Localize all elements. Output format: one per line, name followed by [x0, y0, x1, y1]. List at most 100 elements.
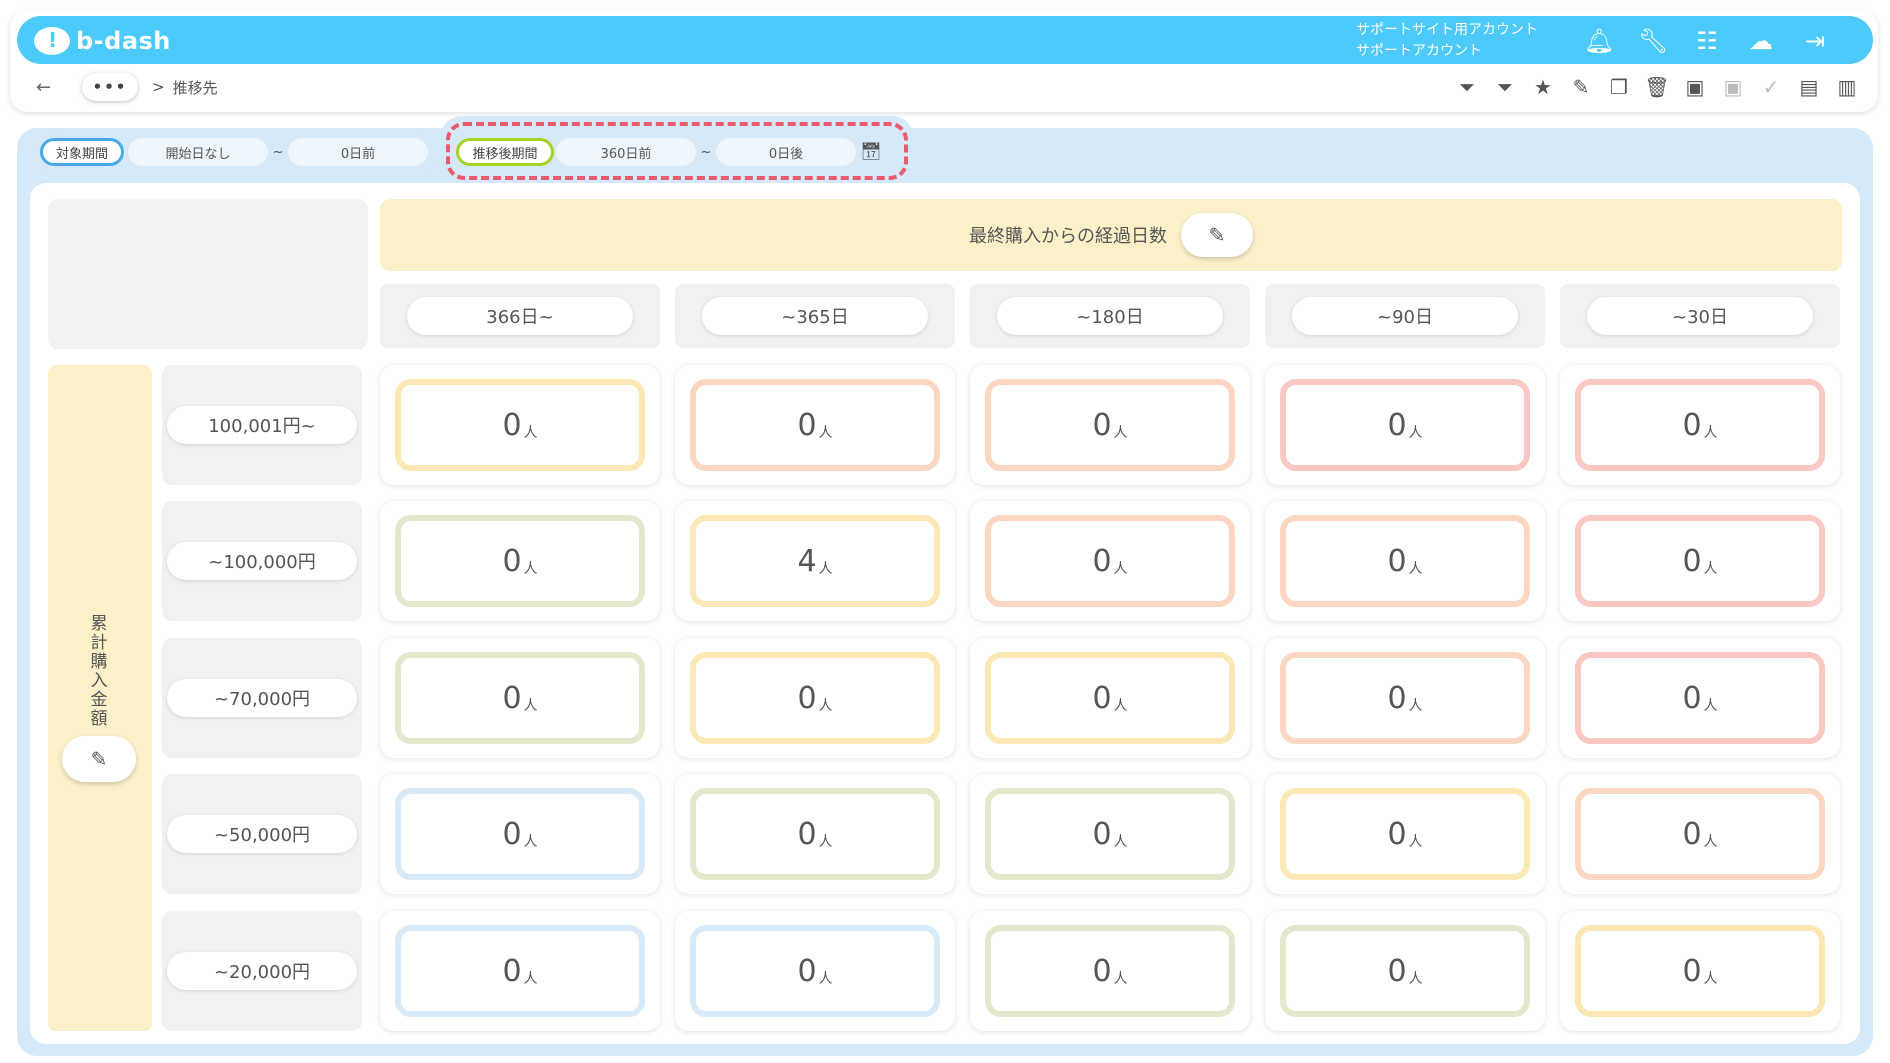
app-logo[interactable]: b-dash	[34, 27, 171, 55]
breadcrumb-ellipsis-button[interactable]: •••	[82, 73, 138, 101]
matrix-cell-box: 0人	[690, 379, 940, 471]
edit-row-axis-button[interactable]: ✎	[62, 736, 136, 782]
matrix-cell-count: 0	[797, 407, 817, 443]
matrix-cell-count: 0	[502, 680, 522, 716]
matrix-cell-unit: 人	[523, 425, 538, 441]
matrix-cell[interactable]: 0人	[380, 774, 660, 894]
row-header-label[interactable]: ~70,000円	[167, 679, 357, 717]
logout-icon[interactable]: ⇥	[1788, 24, 1842, 58]
copy-icon[interactable]: ❐	[1600, 72, 1638, 102]
matrix-cell-unit: 人	[1703, 425, 1718, 441]
account-line2: サポートアカウント	[1356, 43, 1482, 59]
matrix-cell-count: 0	[1092, 953, 1112, 989]
matrix-cell-box: 0人	[985, 925, 1235, 1017]
matrix-cell-box: 0人	[1280, 515, 1530, 607]
matrix-cell[interactable]: 0人	[1265, 638, 1545, 758]
column-header-label[interactable]: 366日~	[407, 297, 633, 335]
account-info[interactable]: サポートサイト用アカウント サポートアカウント	[1356, 20, 1538, 62]
column-header-cell: ~365日	[675, 284, 955, 348]
matrix-cell[interactable]: 0人	[380, 638, 660, 758]
archive-icon[interactable]: ▣	[1676, 72, 1714, 102]
matrix-cell[interactable]: 0人	[380, 365, 660, 485]
matrix-cell-box: 0人	[1575, 925, 1825, 1017]
matrix-cell[interactable]: 0人	[1560, 774, 1840, 894]
matrix-cell-unit: 人	[1703, 971, 1718, 987]
matrix-cell[interactable]: 0人	[380, 911, 660, 1031]
matrix-cell-box: 0人	[985, 788, 1235, 880]
chat-bot-icon[interactable]: ☁	[1734, 24, 1788, 58]
matrix-cell-count: 0	[1682, 816, 1702, 852]
matrix-cell[interactable]: 0人	[970, 911, 1250, 1031]
star-icon[interactable]: ★	[1524, 72, 1562, 102]
matrix-cell[interactable]: 0人	[1560, 365, 1840, 485]
matrix-cell-count: 0	[1387, 407, 1407, 443]
matrix-cell[interactable]: 0人	[1265, 911, 1545, 1031]
row-header-label[interactable]: ~50,000円	[167, 815, 357, 853]
matrix-cell[interactable]: 0人	[970, 774, 1250, 894]
matrix-cell-count: 0	[1092, 816, 1112, 852]
target-period-start[interactable]: 開始日なし	[128, 138, 268, 166]
matrix-cell-unit: 人	[1703, 561, 1718, 577]
matrix-cell[interactable]: 0人	[1560, 911, 1840, 1031]
matrix-cell[interactable]: 0人	[1265, 774, 1545, 894]
matrix-cell-box: 4人	[690, 515, 940, 607]
clipboard-icon[interactable]: ▥	[1828, 72, 1866, 102]
trash-icon[interactable]: 🗑	[1638, 72, 1676, 102]
header-icons: 🔔︎ 🔧︎ ☷ ☁ ⇥	[1572, 24, 1842, 58]
back-arrow-icon[interactable]: ←	[36, 77, 60, 98]
column-header-label[interactable]: ~180日	[997, 297, 1223, 335]
matrix-cell[interactable]: 0人	[970, 638, 1250, 758]
matrix-cell[interactable]: 0人	[970, 365, 1250, 485]
matrix-cell-unit: 人	[818, 971, 833, 987]
matrix-cell-box: 0人	[690, 788, 940, 880]
matrix-cell-count: 0	[1682, 953, 1702, 989]
row-header-label[interactable]: 100,001円~	[167, 406, 357, 444]
row-header-label[interactable]: ~100,000円	[167, 542, 357, 580]
target-period-end[interactable]: 0日前	[288, 138, 428, 166]
matrix-cell-count: 0	[1682, 543, 1702, 579]
matrix-cell-count: 0	[1092, 543, 1112, 579]
column-header-label[interactable]: ~365日	[702, 297, 928, 335]
row-header-cell: ~100,000円	[162, 501, 362, 621]
matrix-cell-unit: 人	[1113, 425, 1128, 441]
matrix-cell[interactable]: 0人	[675, 774, 955, 894]
unarchive-icon[interactable]: ▣	[1714, 72, 1752, 102]
edit-icon[interactable]: ✎	[1562, 72, 1600, 102]
matrix-cell[interactable]: 0人	[675, 911, 955, 1031]
column-header-cell: ~90日	[1265, 284, 1545, 348]
column-header-cell: ~30日	[1560, 284, 1840, 348]
matrix-cell-box: 0人	[690, 925, 940, 1017]
matrix-cell-count: 0	[1092, 680, 1112, 716]
wrench-icon[interactable]: 🔧︎	[1626, 24, 1680, 58]
matrix-cell[interactable]: 0人	[1265, 365, 1545, 485]
matrix-cell-count: 0	[1682, 680, 1702, 716]
matrix-cell-box: 0人	[1575, 652, 1825, 744]
matrix-cell[interactable]: 0人	[970, 501, 1250, 621]
matrix-cell-count: 0	[502, 543, 522, 579]
matrix-cell[interactable]: 0人	[1560, 501, 1840, 621]
matrix-cell-box: 0人	[395, 379, 645, 471]
filter-icon[interactable]: ⏷	[1486, 72, 1524, 102]
matrix-cell-unit: 人	[1113, 561, 1128, 577]
column-header-label[interactable]: ~30日	[1587, 297, 1813, 335]
apps-grid-icon[interactable]: ☷	[1680, 24, 1734, 58]
matrix-cell-unit: 人	[818, 425, 833, 441]
row-header-cell: ~70,000円	[162, 638, 362, 758]
matrix-cell[interactable]: 4人	[675, 501, 955, 621]
matrix-cell[interactable]: 0人	[675, 638, 955, 758]
matrix-cell-unit: 人	[1703, 834, 1718, 850]
column-header-label[interactable]: ~90日	[1292, 297, 1518, 335]
document-icon[interactable]: ▤	[1790, 72, 1828, 102]
row-header-label[interactable]: ~20,000円	[167, 952, 357, 990]
target-period-label[interactable]: 対象期間	[40, 138, 124, 166]
matrix-cell-box: 0人	[985, 379, 1235, 471]
matrix-cell[interactable]: 0人	[675, 365, 955, 485]
edit-column-axis-button[interactable]: ✎	[1181, 213, 1253, 257]
filter-user-icon[interactable]: ⏷	[1448, 72, 1486, 102]
matrix-cell[interactable]: 0人	[1560, 638, 1840, 758]
matrix-cell[interactable]: 0人	[380, 501, 660, 621]
user-check-icon[interactable]: ✓	[1752, 72, 1790, 102]
matrix-cell-count: 0	[1092, 407, 1112, 443]
matrix-cell[interactable]: 0人	[1265, 501, 1545, 621]
bell-icon[interactable]: 🔔︎	[1572, 24, 1626, 58]
